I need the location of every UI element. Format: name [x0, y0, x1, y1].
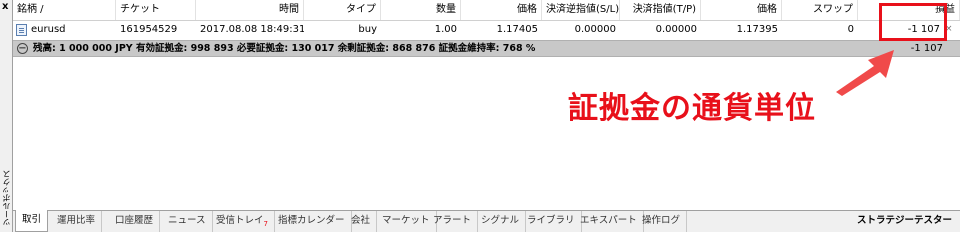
column-header-open-price[interactable]: 価格: [461, 0, 542, 20]
annotation-label: 証拠金の通貨単位: [568, 91, 816, 126]
toolbox-title: ツールボックス: [2, 170, 11, 226]
tab-account-history[interactable]: 口座履歴: [109, 211, 161, 232]
tab-bar: 取引 運用比率 口座履歴 ニュース 受信トレイ7 指標カレンダー 会社 マーケッ…: [13, 210, 960, 232]
table-header: 銘柄 / チケット 時間 タイプ 数量 価格 決済逆指値(S/L) 決済指値(T…: [13, 0, 960, 21]
tab-company[interactable]: 会社: [345, 211, 378, 232]
collapse-icon[interactable]: −: [17, 43, 28, 54]
column-header-ticket[interactable]: チケット: [116, 0, 196, 20]
column-header-tp[interactable]: 決済指値(T/P): [620, 0, 701, 20]
order-document-icon: [16, 24, 27, 36]
table-row[interactable]: eurusd 161954529 2017.08.08 18:49:31 buy…: [13, 21, 960, 39]
tab-mailbox[interactable]: 受信トレイ7: [210, 211, 275, 232]
cell-time: 2017.08.08 18:49:31: [200, 24, 304, 35]
cell-open-price: 1.17405: [496, 24, 538, 35]
cell-volume: 1.00: [434, 24, 457, 35]
column-header-volume[interactable]: 数量: [381, 0, 461, 20]
close-icon[interactable]: x: [2, 2, 8, 12]
cell-swap: 0: [847, 24, 854, 35]
tab-experts[interactable]: エキスパート: [574, 211, 644, 232]
cell-tp: 0.00000: [655, 24, 697, 35]
tab-trade[interactable]: 取引: [15, 210, 49, 232]
column-header-sl[interactable]: 決済逆指値(S/L): [542, 0, 620, 20]
profit-highlight-box: [879, 3, 947, 41]
column-header-price[interactable]: 価格: [701, 0, 782, 20]
cell-price: 1.17395: [736, 24, 778, 35]
tab-news[interactable]: ニュース: [162, 211, 213, 232]
mailbox-badge: 7: [263, 219, 268, 228]
strategy-tester-tab[interactable]: ストラテジーテスター: [857, 211, 952, 231]
toolbox-sidebar: x ツールボックス: [0, 0, 13, 232]
tab-calendar[interactable]: 指標カレンダー: [272, 211, 352, 232]
account-summary-total: -1 107: [910, 43, 943, 54]
trade-panel: 銘柄 / チケット 時間 タイプ 数量 価格 決済逆指値(S/L) 決済指値(T…: [13, 0, 960, 210]
cell-type: buy: [358, 24, 377, 35]
column-header-symbol[interactable]: 銘柄 /: [13, 0, 116, 20]
cell-symbol: eurusd: [31, 24, 66, 35]
account-summary-text: 残高: 1 000 000 JPY 有効証拠金: 998 893 必要証拠金: …: [33, 43, 536, 54]
account-summary-row: − 残高: 1 000 000 JPY 有効証拠金: 998 893 必要証拠金…: [13, 40, 960, 57]
annotation-arrow-icon: [836, 50, 894, 96]
tab-signals[interactable]: シグナル: [475, 211, 527, 232]
cell-ticket: 161954529: [120, 24, 178, 35]
cell-sl: 0.00000: [574, 24, 616, 35]
tab-library[interactable]: ライブラリ: [521, 211, 582, 232]
tab-journal[interactable]: 操作ログ: [636, 211, 688, 232]
tab-mailbox-label: 受信トレイ: [216, 215, 264, 226]
column-header-time[interactable]: 時間: [196, 0, 304, 20]
tab-exposure[interactable]: 運用比率: [51, 211, 103, 232]
tab-alerts[interactable]: アラート: [427, 211, 479, 232]
column-header-type[interactable]: タイプ: [304, 0, 381, 20]
column-header-swap[interactable]: スワップ: [782, 0, 858, 20]
